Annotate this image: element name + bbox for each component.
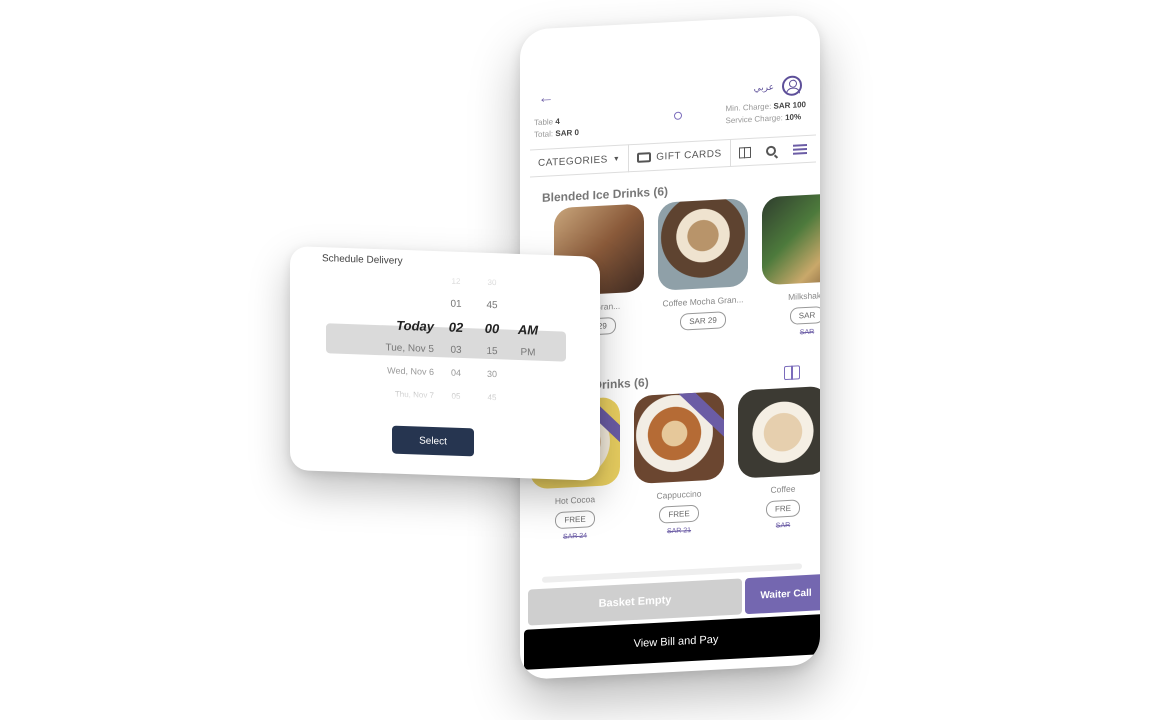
chevron-down-icon: ▼	[612, 155, 621, 163]
min-charge-value: SAR 100	[773, 100, 806, 111]
picker-option[interactable]: 03	[440, 338, 472, 362]
item-price: FREE	[555, 510, 595, 530]
min-charge-label: Min. Charge:	[725, 101, 772, 114]
search-icon[interactable]	[765, 145, 776, 157]
menu-item[interactable]: Coffee FRE SAR	[738, 385, 820, 532]
promo-ribbon	[676, 391, 724, 439]
table-value: 4	[555, 116, 560, 127]
picker-selected-minute[interactable]: 00	[476, 316, 508, 340]
picker-option[interactable]: 15	[476, 339, 508, 363]
basket-button[interactable]: Basket Empty	[528, 578, 742, 626]
picker-option[interactable]: 45	[476, 293, 508, 317]
item-price: FRE	[766, 499, 800, 519]
total-value: SAR 0	[555, 127, 579, 139]
total-label: Total	[534, 129, 551, 140]
table-label: Table	[534, 117, 554, 128]
picker-option[interactable]	[512, 295, 544, 319]
language-toggle[interactable]: عربي	[754, 81, 774, 93]
user-circle-icon[interactable]	[782, 75, 802, 97]
service-charge-label: Service Charge:	[725, 113, 783, 126]
service-charge-value: 10%	[785, 112, 802, 123]
gift-icon[interactable]	[784, 365, 800, 381]
waiter-call-button[interactable]: Waiter Call	[745, 573, 820, 615]
item-old-price: SAR	[799, 328, 815, 337]
item-image	[634, 391, 724, 485]
card-icon	[637, 152, 652, 163]
arrow-left-icon[interactable]: ←	[538, 89, 554, 108]
item-image	[738, 385, 820, 479]
picker-option[interactable]: 01	[440, 292, 472, 316]
picker-option[interactable]: 30	[476, 362, 508, 386]
item-price: FREE	[659, 504, 699, 524]
tab-categories-label: CATEGORIES	[538, 153, 608, 169]
picker-selected-hour[interactable]: 02	[440, 315, 472, 339]
picker-option[interactable]: PM	[512, 341, 544, 365]
item-old-price: SAR	[775, 521, 791, 530]
section-title-blended: Blended Ice Drinks (6)	[542, 184, 669, 205]
schedule-delivery-dialog: Schedule Delivery Today Tue, Nov 5 Wed, …	[290, 246, 600, 481]
item-name: Coffee	[770, 483, 796, 495]
picker-option[interactable]: Tue, Nov 5	[354, 335, 434, 361]
picker-selected-date[interactable]: Today	[354, 312, 434, 338]
info-icon[interactable]	[674, 111, 682, 120]
picker-option[interactable]	[354, 289, 434, 315]
select-button[interactable]: Select	[392, 425, 474, 457]
tab-gift-search[interactable]	[731, 135, 815, 167]
menu-item[interactable]: Coffee Mocha Gran... SAR 29	[658, 198, 748, 344]
menu-item[interactable]: Milkshake SAR SAR	[762, 192, 820, 339]
item-old-price: SAR 21	[666, 527, 692, 536]
tab-gift-cards[interactable]: GIFT CARDS	[629, 138, 731, 173]
item-name: Coffee Mocha Gran...	[662, 294, 744, 309]
gift-icon	[738, 146, 751, 159]
picker-selected-ampm[interactable]: AM	[512, 318, 544, 342]
item-image	[658, 198, 748, 291]
item-image	[762, 192, 820, 286]
picker-option[interactable]: Wed, Nov 6	[354, 358, 434, 384]
item-name: Milkshake	[788, 289, 820, 302]
picker-option[interactable]: 04	[440, 361, 472, 385]
list-view-icon[interactable]	[792, 143, 807, 155]
item-old-price: SAR 24	[562, 532, 588, 541]
tab-categories[interactable]: CATEGORIES ▼	[530, 144, 630, 178]
item-price: SAR	[789, 306, 820, 325]
item-name: Cappuccino	[656, 488, 702, 501]
tab-gift-cards-label: GIFT CARDS	[656, 147, 722, 163]
item-price: SAR 29	[680, 311, 726, 331]
menu-item[interactable]: Cappuccino FREE SAR 21	[634, 391, 724, 537]
item-name: Hot Cocoa	[554, 494, 596, 507]
